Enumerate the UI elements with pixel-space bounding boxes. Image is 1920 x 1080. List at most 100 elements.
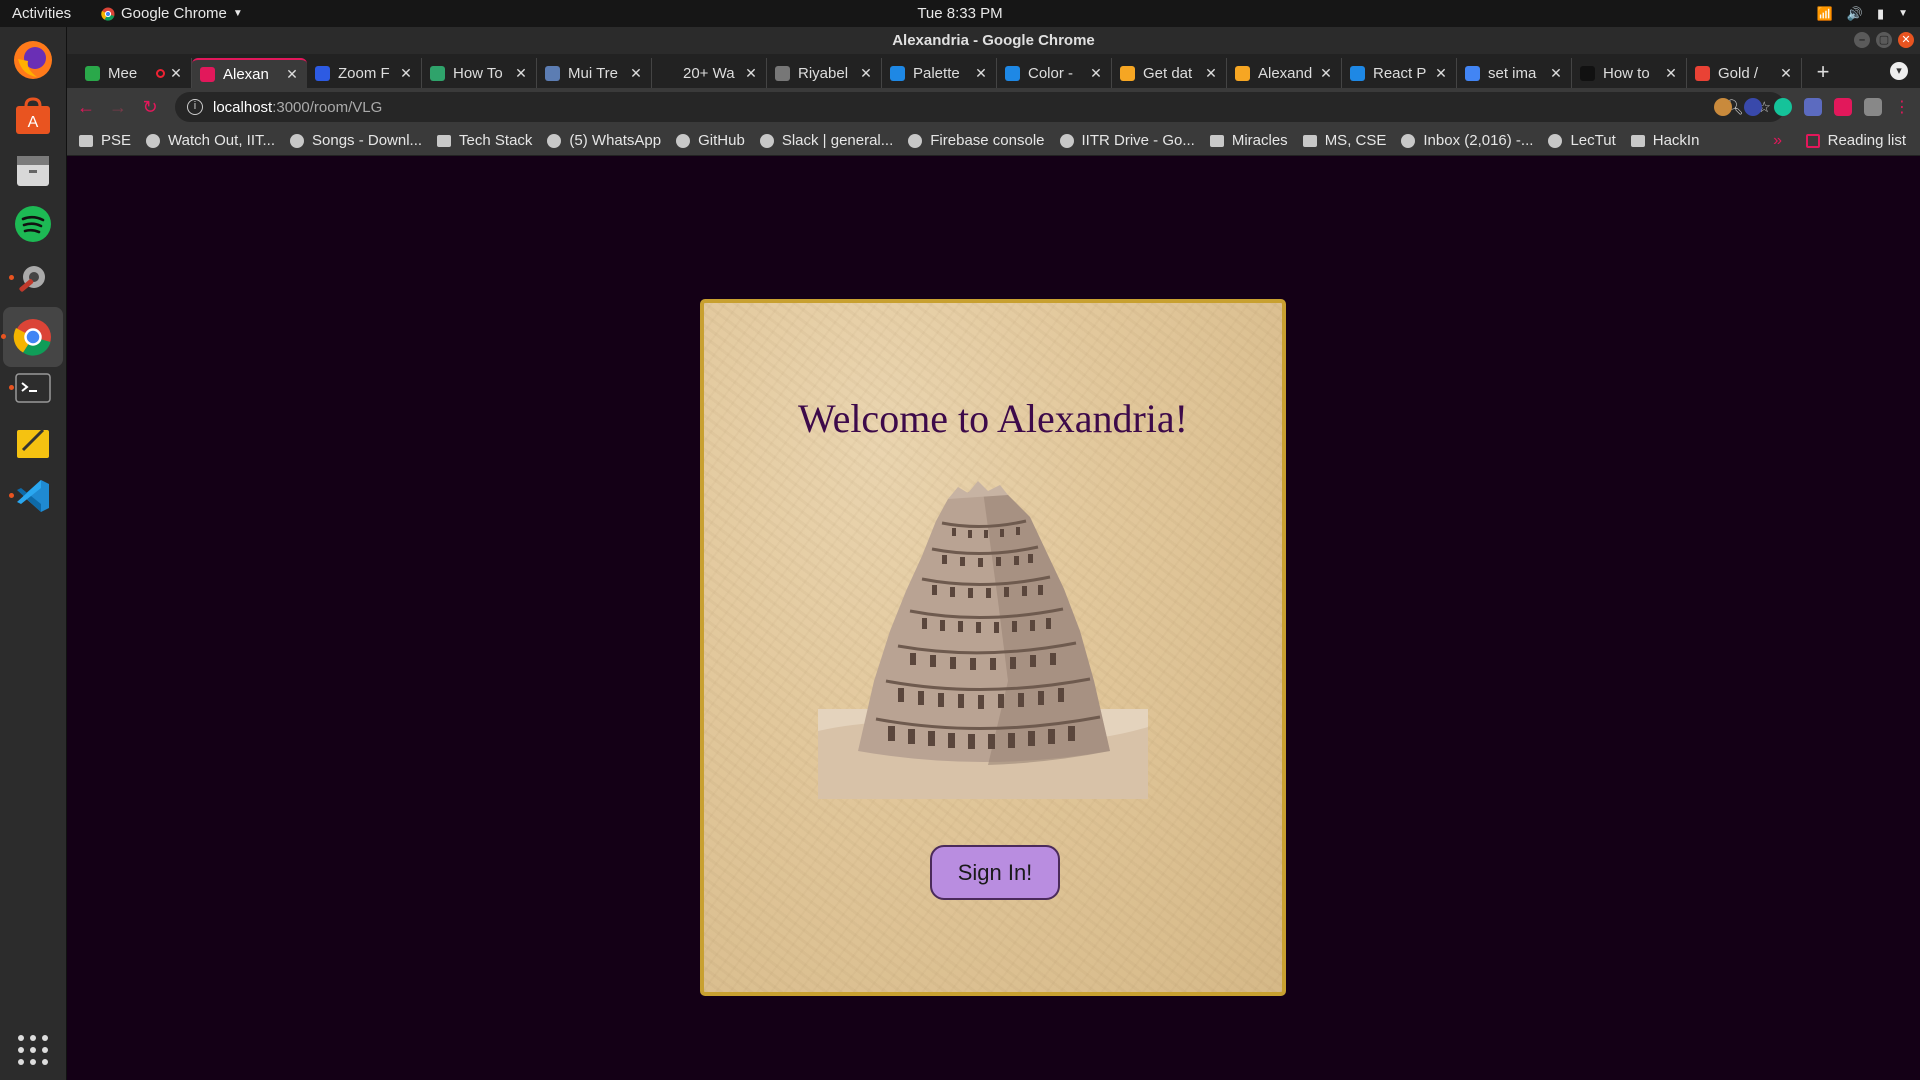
bookmark-item[interactable]: PSE	[79, 132, 131, 149]
close-tab-icon[interactable]: ✕	[1779, 65, 1793, 82]
extension-icon[interactable]	[1744, 98, 1762, 116]
bookmarks-overflow-icon[interactable]: »	[1773, 132, 1782, 150]
close-tab-icon[interactable]: ✕	[1319, 65, 1333, 82]
sign-in-button[interactable]: Sign In!	[930, 845, 1060, 900]
bookmark-item[interactable]: HackIn	[1630, 132, 1700, 149]
show-apps-button[interactable]	[8, 1025, 58, 1075]
favicon-icon	[890, 65, 905, 81]
spotify-dock-icon[interactable]	[8, 199, 58, 249]
grammarly-icon[interactable]	[1774, 98, 1792, 116]
close-tab-icon[interactable]: ✕	[974, 65, 988, 82]
extension-icon[interactable]	[1714, 98, 1732, 116]
tab-title: Get dat	[1143, 64, 1193, 82]
reading-list-icon	[1805, 133, 1820, 148]
tab[interactable]: Zoom F ✕	[307, 58, 422, 88]
close-tab-icon[interactable]: ✕	[629, 65, 643, 82]
tab[interactable]: set ima ✕	[1457, 58, 1572, 88]
new-tab-button[interactable]: +	[1808, 58, 1838, 88]
reading-list-button[interactable]: Reading list	[1805, 132, 1906, 149]
gmail-icon	[1401, 133, 1416, 148]
bookmark-item[interactable]: IITR Drive - Go...	[1059, 132, 1195, 149]
favicon-icon	[200, 66, 215, 82]
chrome-dock-icon[interactable]	[1, 307, 63, 367]
reading-list-label: Reading list	[1827, 132, 1906, 149]
address-bar[interactable]: i localhost:3000/room/VLG 🔍︎ ☆	[175, 92, 1785, 122]
tab[interactable]: Alexan ✕	[192, 58, 307, 88]
bookmark-item[interactable]: MS, CSE	[1302, 132, 1386, 149]
tab[interactable]: 20+ Wa ✕	[652, 58, 767, 88]
close-tab-icon[interactable]: ✕	[1549, 65, 1563, 82]
screen-capture-icon[interactable]	[1804, 98, 1822, 116]
bookmark-item[interactable]: (5) WhatsApp	[547, 132, 661, 149]
tab[interactable]: Riyabel ✕	[767, 58, 882, 88]
close-tab-icon[interactable]: ✕	[285, 66, 299, 83]
volume-icon: 🔊	[1846, 5, 1863, 21]
vscode-dock-icon[interactable]	[8, 471, 58, 521]
close-tab-icon[interactable]: ✕	[859, 65, 873, 82]
tab[interactable]: Gold / ✕	[1687, 58, 1802, 88]
reload-button[interactable]: ↻	[137, 97, 163, 118]
terminal-dock-icon[interactable]	[8, 363, 58, 413]
close-tab-icon[interactable]: ✕	[1089, 65, 1103, 82]
more-menu-icon[interactable]: ⋮	[1894, 97, 1910, 117]
firefox-dock-icon[interactable]	[8, 35, 58, 85]
tab[interactable]: Mui Tre ✕	[537, 58, 652, 88]
tab[interactable]: Get dat ✕	[1112, 58, 1227, 88]
bookmark-item[interactable]: Slack | general...	[759, 132, 894, 149]
bookmark-item[interactable]: Miracles	[1209, 132, 1288, 149]
close-tab-icon[interactable]: ✕	[1664, 65, 1678, 82]
bookmark-item[interactable]: Tech Stack	[437, 132, 532, 149]
drive-icon	[1059, 133, 1074, 148]
close-tab-icon[interactable]: ✕	[399, 65, 413, 82]
close-tab-icon[interactable]: ✕	[169, 65, 183, 82]
activities-button[interactable]: Activities	[0, 5, 95, 22]
bookmark-label: Slack | general...	[781, 132, 894, 149]
page-title: Welcome to Alexandria!	[798, 396, 1188, 441]
tower-of-babel-illustration	[818, 481, 1148, 799]
folder-icon	[1209, 134, 1224, 147]
close-tab-icon[interactable]: ✕	[514, 65, 528, 82]
software-dock-icon[interactable]: A	[8, 91, 58, 141]
tab-title: Riyabel	[798, 64, 849, 82]
running-indicator	[1, 334, 6, 339]
files-dock-icon[interactable]	[8, 145, 58, 195]
bookmark-item[interactable]: Inbox (2,016) -...	[1401, 132, 1533, 149]
maximize-button[interactable]: ▢	[1876, 32, 1892, 48]
tab[interactable]: How to ✕	[1572, 58, 1687, 88]
tab-title: Mee	[108, 64, 138, 82]
tab-title: 20+ Wa	[683, 64, 735, 82]
close-tab-icon[interactable]: ✕	[744, 65, 758, 82]
tab[interactable]: Color - ✕	[997, 58, 1112, 88]
close-tab-icon[interactable]: ✕	[1434, 65, 1448, 82]
close-tab-icon[interactable]: ✕	[1204, 65, 1218, 82]
bookmark-label: HackIn	[1652, 132, 1700, 149]
tab[interactable]: Mee ✕	[77, 58, 192, 88]
tab[interactable]: How To ✕	[422, 58, 537, 88]
settings-dock-icon[interactable]	[8, 253, 58, 303]
tab[interactable]: React P ✕	[1342, 58, 1457, 88]
bookmark-item[interactable]: Firebase console	[908, 132, 1045, 149]
bookmark-item[interactable]: GitHub	[676, 132, 745, 149]
puzzle-icon[interactable]	[1834, 98, 1852, 116]
minimize-button[interactable]: –	[1854, 32, 1870, 48]
window-titlebar[interactable]: Alexandria - Google Chrome – ▢ ✕	[67, 27, 1920, 54]
clock[interactable]: Tue 8:33 PM	[0, 5, 1920, 22]
favicon-icon	[660, 65, 675, 81]
text-editor-dock-icon[interactable]	[8, 417, 58, 467]
close-button[interactable]: ✕	[1898, 32, 1914, 48]
bookmark-item[interactable]: Songs - Downl...	[290, 132, 422, 149]
tab-search-button[interactable]: ▾	[1890, 62, 1908, 80]
extensions-area: ⋮	[1714, 88, 1910, 126]
notes-icon	[17, 428, 49, 458]
bookmark-item[interactable]: LecTut	[1548, 132, 1616, 149]
forward-button[interactable]: →	[105, 97, 131, 118]
profile-icon[interactable]	[1864, 98, 1882, 116]
chrome-window: Alexandria - Google Chrome – ▢ ✕ Mee ✕ Ale…	[67, 27, 1920, 1080]
bookmark-item[interactable]: Watch Out, IIT...	[146, 132, 275, 149]
tab[interactable]: Alexand ✕	[1227, 58, 1342, 88]
site-info-icon[interactable]: i	[187, 99, 203, 115]
tab[interactable]: Palette ✕	[882, 58, 997, 88]
app-menu[interactable]: Google Chrome ▼	[101, 5, 243, 22]
status-area[interactable]: 📶 🔊 ▮ ▼	[1817, 0, 1908, 27]
back-button[interactable]: ←	[73, 97, 99, 118]
